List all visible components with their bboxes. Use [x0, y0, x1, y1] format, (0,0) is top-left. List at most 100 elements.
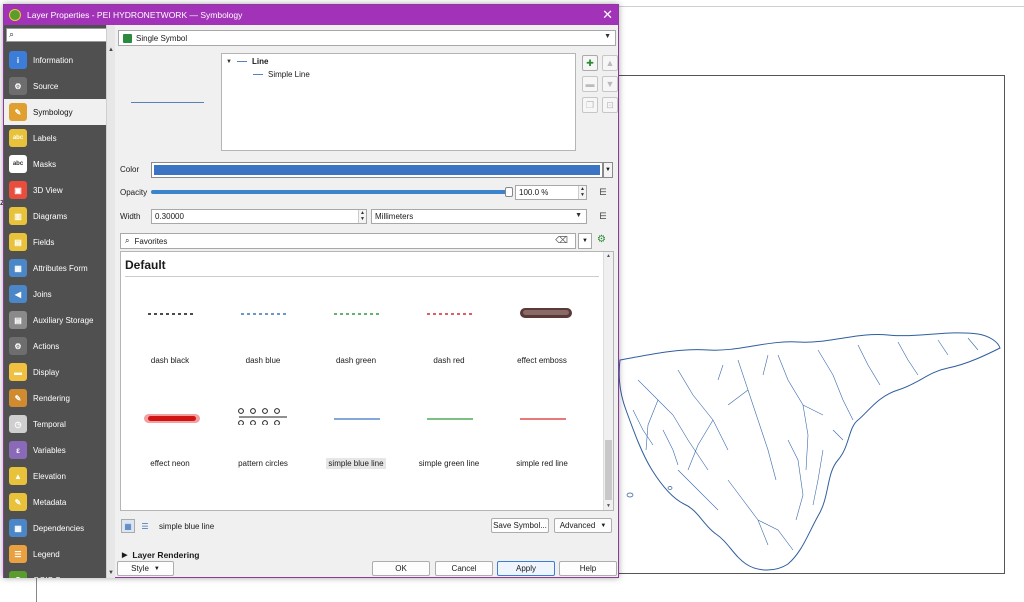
sidebar-item-3d-view[interactable]: ▣ 3D View	[4, 177, 106, 203]
save-symbol-button[interactable]: Save Symbol...	[491, 518, 549, 533]
symbol-item-dash-blue[interactable]: dash blue	[217, 282, 309, 382]
spin-arrows-icon[interactable]: ▲ ▼	[578, 186, 586, 199]
labels-abc-icon: abc	[9, 129, 27, 147]
remove-symbol-layer-button[interactable]: ▬	[582, 76, 598, 92]
sidebar-item-dependencies[interactable]: ▦ Dependencies	[4, 515, 106, 541]
move-down-button[interactable]: ▼	[602, 76, 618, 92]
spin-arrows-icon[interactable]: ▲ ▼	[358, 210, 366, 223]
tree-row-simple-line[interactable]: Simple Line	[253, 70, 310, 79]
library-scrollbar[interactable]: ▲ ▼	[603, 252, 613, 510]
grid-view-icon: ▦	[124, 521, 132, 531]
add-symbol-layer-button[interactable]: ✚	[582, 55, 598, 71]
layer-rendering-section[interactable]: ▶ Layer Rendering	[122, 550, 199, 560]
layer-rendering-label: Layer Rendering	[132, 550, 200, 560]
duplicate-button[interactable]: ❐	[582, 97, 598, 113]
style-manager-icon[interactable]: ⚙	[597, 234, 611, 248]
symbol-item-dash-black[interactable]: dash black	[124, 282, 216, 382]
advanced-button[interactable]: Advanced ▼	[554, 518, 612, 533]
sidebar-item-variables[interactable]: ε Variables	[4, 437, 106, 463]
lock-button[interactable]: ⊡	[602, 97, 618, 113]
tree-row-line[interactable]: ▼ Line	[226, 57, 268, 66]
apply-button[interactable]: Apply	[497, 561, 555, 576]
sidebar-item-diagrams[interactable]: ▥ Diagrams	[4, 203, 106, 229]
symbol-item-effect-neon[interactable]: effect neon	[124, 385, 216, 485]
list-view-icon: ☰	[141, 521, 149, 531]
sidebar-item-labels[interactable]: abc Labels	[4, 125, 106, 151]
clear-icon[interactable]: ⌫	[555, 235, 568, 246]
scroll-thumb[interactable]	[605, 440, 612, 500]
sidebar-item-masks[interactable]: abc Masks	[4, 151, 106, 177]
sidebar-item-rendering[interactable]: ✎ Rendering	[4, 385, 106, 411]
renderer-select[interactable]: Single Symbol ▼	[118, 30, 616, 46]
sidebar-item-information[interactable]: i Information	[4, 47, 106, 73]
sidebar-item-qgis-s[interactable]: Q QGIS S	[4, 567, 106, 578]
opacity-slider-handle[interactable]	[505, 187, 513, 197]
sidebar-item-actions[interactable]: ⚙ Actions	[4, 333, 106, 359]
sidebar-scrollbar[interactable]: ▲ ▼	[106, 25, 115, 578]
form-icon: ▦	[9, 259, 27, 277]
color-dropdown-button[interactable]: ▼	[603, 162, 613, 178]
sidebar-item-label: Masks	[33, 159, 57, 169]
data-defined-override-icon[interactable]: ⋿	[595, 209, 611, 223]
line-swatch-icon	[253, 74, 263, 75]
plus-icon: ✚	[586, 57, 594, 68]
width-spinbox[interactable]: 0.30000 ▲ ▼	[151, 209, 367, 224]
symbol-name: simple red line	[516, 459, 568, 468]
symbol-item-label: simple blue line	[310, 458, 402, 469]
scroll-up-icon[interactable]: ▲	[606, 253, 611, 259]
list-view-button[interactable]: ☰	[138, 519, 152, 533]
close-button[interactable]: ✕	[602, 7, 613, 23]
sidebar-item-symbology[interactable]: ✎ Symbology	[4, 99, 106, 125]
scroll-down-icon[interactable]: ▼	[606, 503, 611, 509]
sidebar-item-auxiliary-storage[interactable]: ▤ Auxiliary Storage	[4, 307, 106, 333]
cancel-button[interactable]: Cancel	[435, 561, 493, 576]
arrow-up-icon: ▲	[605, 58, 615, 68]
sidebar-item-elevation[interactable]: ▲ Elevation	[4, 463, 106, 489]
symbol-search-input[interactable]: ⌕ Favorites ⌫	[120, 233, 576, 249]
icon-view-button[interactable]: ▦	[121, 519, 135, 533]
symbol-item-simple-red-line[interactable]: simple red line	[496, 385, 588, 485]
scroll-down-icon[interactable]: ▼	[108, 570, 114, 576]
symbol-item-dash-red[interactable]: dash red	[403, 282, 495, 382]
symbol-item-simple-blue-line[interactable]: simple blue line	[310, 385, 402, 485]
symbol-item-dash-green[interactable]: dash green	[310, 282, 402, 382]
symbol-name: simple green line	[418, 459, 480, 468]
data-defined-override-icon[interactable]: ⋿	[595, 185, 611, 199]
display-bubble-icon: ▬	[9, 363, 27, 381]
sidebar-item-legend[interactable]: ☰ Legend	[4, 541, 106, 567]
map-hydronetwork[interactable]	[618, 320, 1008, 580]
sidebar-item-label: Display	[33, 367, 60, 377]
ok-button[interactable]: OK	[372, 561, 430, 576]
sidebar-item-metadata[interactable]: ✎ Metadata	[4, 489, 106, 515]
sidebar-item-joins[interactable]: ◀ Joins	[4, 281, 106, 307]
move-up-button[interactable]: ▲	[602, 55, 618, 71]
style-button[interactable]: Style ▼	[117, 561, 174, 576]
sidebar-item-label: Auxiliary Storage	[33, 315, 94, 325]
sidebar-item-source[interactable]: ⚙ Source	[4, 73, 106, 99]
chevron-down-icon: ▼	[575, 212, 582, 219]
symbol-item-simple-green-line[interactable]: simple green line	[403, 385, 495, 485]
color-button[interactable]	[151, 162, 603, 178]
scroll-up-icon[interactable]: ▲	[108, 47, 114, 53]
fields-icon: ▤	[9, 233, 27, 251]
sidebar-item-fields[interactable]: ▤ Fields	[4, 229, 106, 255]
sidebar-item-label: Variables	[33, 445, 66, 455]
sidebar-item-display[interactable]: ▬ Display	[4, 359, 106, 385]
title-bar[interactable]: Layer Properties - PEI HYDRONETWORK — Sy…	[4, 5, 618, 25]
symbol-item-label: effect emboss	[496, 356, 588, 365]
opacity-slider[interactable]	[151, 190, 509, 194]
chevron-down-icon: ▼	[582, 238, 588, 244]
symbol-item-effect-emboss[interactable]: effect emboss	[496, 282, 588, 382]
help-button[interactable]: Help	[559, 561, 617, 576]
symbology-brush-icon: ✎	[9, 103, 27, 121]
opacity-spinbox[interactable]: 100.0 % ▲ ▼	[515, 185, 587, 200]
window-title: Layer Properties - PEI HYDRONETWORK — Sy…	[27, 10, 243, 20]
expand-arrow-icon[interactable]: ▼	[226, 59, 232, 65]
sidebar-item-temporal[interactable]: ◷ Temporal	[4, 411, 106, 437]
unit-select[interactable]: Millimeters ▼	[371, 209, 587, 224]
filter-dropdown-button[interactable]: ▼	[578, 233, 592, 249]
symbol-item-pattern-circles[interactable]: pattern circles	[217, 385, 309, 485]
sidebar-item-attributes-form[interactable]: ▦ Attributes Form	[4, 255, 106, 281]
sidebar-search-input[interactable]: ⌕	[6, 28, 106, 42]
symbol-preview-icon	[241, 313, 287, 315]
